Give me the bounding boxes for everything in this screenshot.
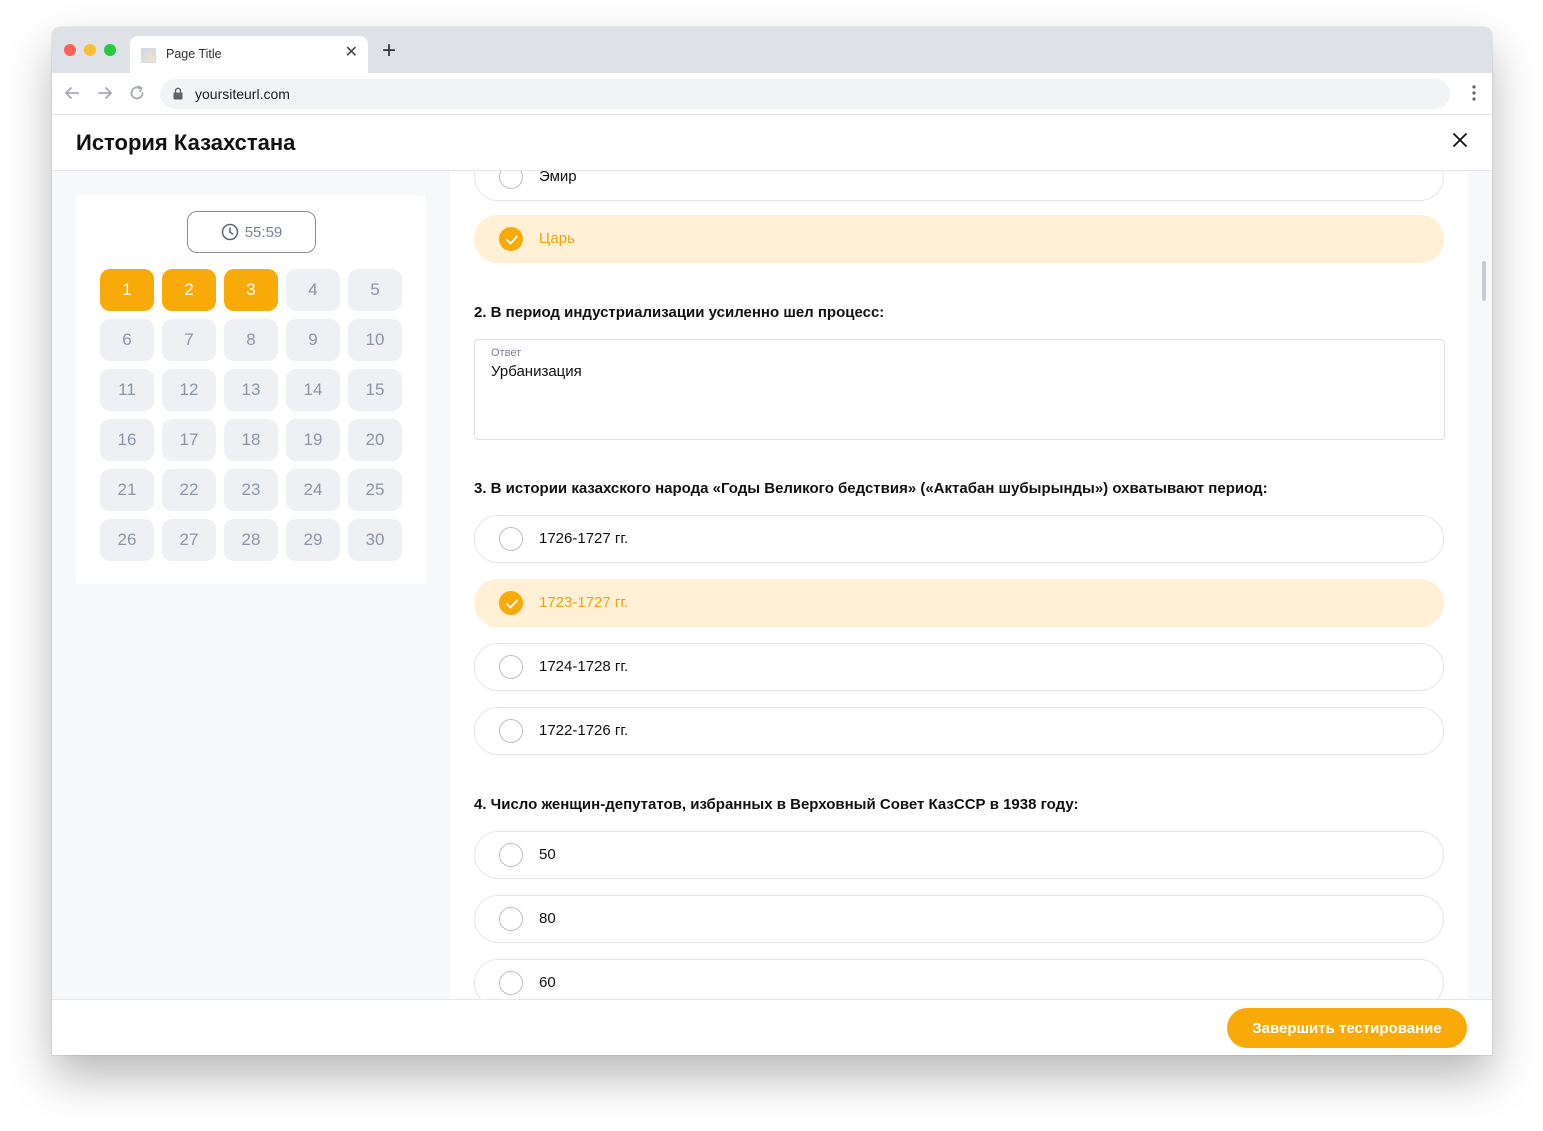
page-title: История Казахстана: [76, 130, 296, 155]
kebab-menu-icon[interactable]: [1472, 85, 1476, 101]
minimize-window-button[interactable]: [84, 44, 96, 56]
tab-close-icon[interactable]: ✕: [345, 45, 358, 61]
option-label: 1726-1727 гг.: [539, 530, 629, 547]
question-number-grid: 1 2 3 4 5 6 7 8 9 10 11 12 13 14 15 16 17 18 19 20 21 22 23 24 2…: [100, 269, 402, 561]
answer-option[interactable]: 1722-1726 гг.: [474, 707, 1444, 755]
timer-value: 55:59: [244, 223, 283, 241]
question-number-button[interactable]: 14: [286, 369, 340, 411]
radio-button[interactable]: [499, 719, 523, 743]
lock-icon: [173, 87, 183, 100]
tab-bar: Page Title ✕ +: [52, 27, 1492, 73]
option-label: Царь: [539, 230, 575, 247]
question-4-text: 4. Число женщин-депутатов, избранных в В…: [474, 796, 1079, 813]
radio-button[interactable]: [499, 843, 523, 867]
checkmark-icon: [506, 599, 518, 609]
option-label: Эмир: [539, 171, 577, 185]
answer-field-value: Урбанизация: [491, 363, 582, 380]
checkmark-icon: [506, 235, 518, 245]
question-number-button[interactable]: 19: [286, 419, 340, 461]
option-label: 1724-1728 гг.: [539, 658, 629, 675]
answer-option[interactable]: 1726-1727 гг.: [474, 515, 1444, 563]
question-number-button[interactable]: 7: [162, 319, 216, 361]
browser-tab[interactable]: Page Title ✕: [130, 36, 368, 73]
browser-window: Page Title ✕ + yoursiteurl.com История К…: [52, 27, 1492, 1055]
question-2-text: 2. В период индустриализации усиленно ше…: [474, 304, 885, 321]
question-number-button[interactable]: 4: [286, 269, 340, 311]
close-icon[interactable]: [1452, 132, 1468, 148]
url-text: yoursiteurl.com: [195, 86, 290, 102]
answer-option[interactable]: 50: [474, 831, 1444, 879]
clock-icon: [221, 223, 238, 241]
option-label: 1723-1727 гг.: [539, 594, 629, 611]
maximize-window-button[interactable]: [104, 44, 116, 56]
answer-option[interactable]: Эмир: [474, 171, 1444, 201]
answer-option[interactable]: 60: [474, 959, 1444, 999]
question-number-button[interactable]: 2: [162, 269, 216, 311]
option-label: 50: [539, 846, 556, 863]
question-number-button[interactable]: 11: [100, 369, 154, 411]
question-number-button[interactable]: 9: [286, 319, 340, 361]
app-header: История Казахстана: [52, 115, 1492, 171]
radio-button[interactable]: [499, 655, 523, 679]
radio-button-checked[interactable]: [499, 591, 523, 615]
option-label: 1722-1726 гг.: [539, 722, 629, 739]
answer-field[interactable]: Ответ Урбанизация: [474, 339, 1445, 440]
question-number-button[interactable]: 27: [162, 519, 216, 561]
scrollbar-thumb[interactable]: [1482, 261, 1486, 301]
radio-button[interactable]: [499, 171, 523, 189]
question-number-button[interactable]: 22: [162, 469, 216, 511]
test-content: 55:59 1 2 3 4 5 6 7 8 9 10 11 12 13 14 15 16 17 18 19 20 21 2…: [52, 171, 1492, 999]
question-number-button[interactable]: 10: [348, 319, 402, 361]
question-number-button[interactable]: 25: [348, 469, 402, 511]
tab-title: Page Title: [166, 47, 222, 61]
question-number-button[interactable]: 6: [100, 319, 154, 361]
radio-button-checked[interactable]: [499, 227, 523, 251]
forward-icon[interactable]: [95, 83, 115, 103]
question-number-button[interactable]: 3: [224, 269, 278, 311]
question-number-button[interactable]: 17: [162, 419, 216, 461]
radio-button[interactable]: [499, 907, 523, 931]
close-window-button[interactable]: [64, 44, 76, 56]
favicon-icon: [141, 48, 156, 63]
answer-option[interactable]: 1724-1728 гг.: [474, 643, 1444, 691]
radio-button[interactable]: [499, 527, 523, 551]
question-number-button[interactable]: 1: [100, 269, 154, 311]
question-number-button[interactable]: 28: [224, 519, 278, 561]
question-number-button[interactable]: 16: [100, 419, 154, 461]
answer-option[interactable]: 80: [474, 895, 1444, 943]
answer-field-label: Ответ: [491, 347, 522, 359]
address-bar: yoursiteurl.com: [52, 73, 1492, 115]
question-number-button[interactable]: 8: [224, 319, 278, 361]
answer-option-selected[interactable]: 1723-1727 гг.: [474, 579, 1444, 627]
question-number-button[interactable]: 30: [348, 519, 402, 561]
questions-panel: Эмир Царь 2. В период индустриализации у…: [450, 171, 1468, 999]
option-label: 80: [539, 910, 556, 927]
question-number-button[interactable]: 20: [348, 419, 402, 461]
question-navigator: 55:59 1 2 3 4 5 6 7 8 9 10 11 12 13 14 15 16 17 18 19 20 21 2…: [76, 195, 426, 584]
timer: 55:59: [187, 211, 316, 253]
radio-button[interactable]: [499, 971, 523, 995]
question-3-text: 3. В истории казахского народа «Годы Вел…: [474, 480, 1268, 497]
new-tab-icon[interactable]: +: [382, 39, 396, 63]
question-number-button[interactable]: 12: [162, 369, 216, 411]
question-number-button[interactable]: 18: [224, 419, 278, 461]
question-number-button[interactable]: 5: [348, 269, 402, 311]
question-number-button[interactable]: 29: [286, 519, 340, 561]
question-number-button[interactable]: 23: [224, 469, 278, 511]
answer-option-selected[interactable]: Царь: [474, 215, 1444, 263]
question-number-button[interactable]: 15: [348, 369, 402, 411]
question-number-button[interactable]: 13: [224, 369, 278, 411]
back-icon[interactable]: [62, 83, 82, 103]
question-number-button[interactable]: 26: [100, 519, 154, 561]
footer-bar: Завершить тестирование: [52, 999, 1492, 1055]
question-number-button[interactable]: 21: [100, 469, 154, 511]
finish-test-button[interactable]: Завершить тестирование: [1227, 1008, 1467, 1048]
url-bar[interactable]: yoursiteurl.com: [160, 79, 1450, 109]
option-label: 60: [539, 974, 556, 991]
question-number-button[interactable]: 24: [286, 469, 340, 511]
reload-icon[interactable]: [127, 83, 147, 103]
